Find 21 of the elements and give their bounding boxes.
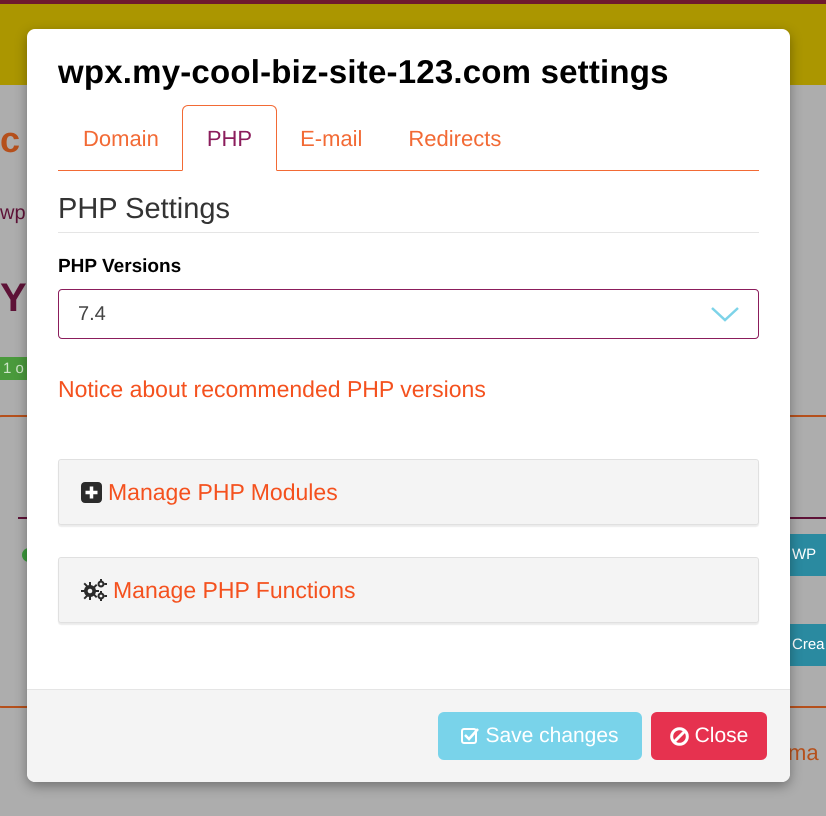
section-title: Y: [0, 278, 27, 318]
panel-toggle-link[interactable]: Manage PHP Modules: [108, 474, 338, 510]
field-label: PHP Versions: [58, 255, 182, 279]
panel-toggle-link[interactable]: Manage PHP Functions: [113, 572, 356, 608]
dialog-title: wpx.my-cool-biz-site-123.com settings: [58, 52, 670, 92]
tab[interactable]: E-mail: [277, 105, 386, 171]
ban-icon: [670, 726, 689, 746]
tab[interactable]: Domain: [60, 105, 182, 171]
chevron-down-icon: [710, 306, 740, 322]
plus-square-icon: [81, 482, 102, 502]
site-link[interactable]: wp: [0, 203, 26, 223]
footer-link[interactable]: ma: [788, 742, 819, 764]
tab[interactable]: Redirects: [385, 105, 524, 171]
page-heading: c: [0, 122, 20, 158]
gears-icon: [81, 579, 107, 601]
checkbox-icon: [461, 727, 480, 745]
close-button[interactable]: Close: [651, 712, 767, 760]
section-heading: PHP Settings: [58, 192, 231, 227]
version-select[interactable]: 7.4: [58, 289, 759, 339]
tab[interactable]: PHP: [182, 105, 278, 171]
notice-link[interactable]: Notice about recommended PHP versions: [58, 374, 486, 404]
